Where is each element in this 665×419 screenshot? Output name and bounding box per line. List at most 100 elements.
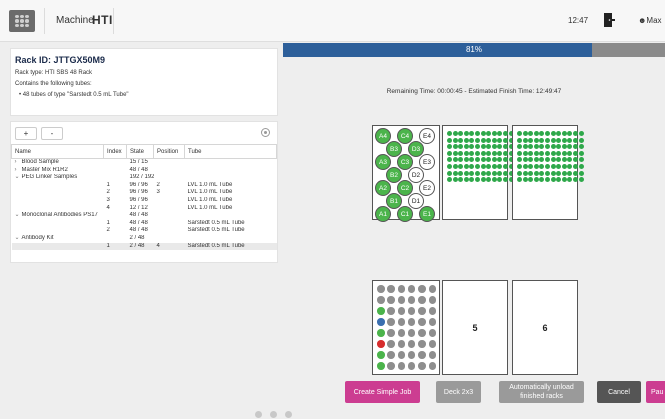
small-tube-position[interactable] (418, 318, 426, 326)
app-logo-icon[interactable] (9, 10, 35, 32)
small-tube-position[interactable] (377, 362, 385, 370)
column-header-state[interactable]: State (126, 144, 154, 159)
small-tube-position[interactable] (397, 285, 406, 293)
table-row[interactable]: › Blood Sample 15 / 15 (12, 159, 277, 167)
tube-position[interactable]: A1 (375, 206, 391, 222)
small-tube-position[interactable] (397, 296, 406, 304)
column-header-tube[interactable]: Tube (184, 144, 277, 159)
tube-position[interactable]: E2 (419, 180, 435, 196)
small-tube-position[interactable] (397, 307, 406, 315)
cancel-button[interactable]: Cancel (597, 381, 641, 403)
small-tube-position[interactable] (397, 351, 406, 359)
plate-well (474, 163, 480, 169)
small-tube-position[interactable] (387, 285, 395, 293)
deck-slot-2-plate[interactable] (442, 125, 514, 220)
small-tube-position[interactable] (418, 285, 426, 293)
small-tube-position[interactable] (397, 362, 406, 370)
create-simple-job-button[interactable]: Create Simple Job (345, 381, 420, 403)
small-tube-position[interactable] (387, 329, 395, 337)
small-tube-position[interactable] (387, 318, 395, 326)
column-header-name[interactable]: Name (11, 144, 104, 159)
small-tube-position[interactable] (387, 351, 395, 359)
tube-position[interactable]: E3 (419, 154, 435, 170)
small-tube-position[interactable] (397, 329, 406, 337)
chevron-right-icon[interactable]: › (15, 159, 22, 167)
plate-well (561, 144, 567, 150)
exit-door-icon[interactable] (604, 13, 615, 27)
small-tube-position[interactable] (397, 340, 406, 348)
table-row[interactable]: › Master Mix R1R2 48 / 48 (12, 167, 277, 175)
table-row[interactable]: 4 12 / 12 LVL 1.0 mL Tube (12, 205, 277, 213)
table-row[interactable]: 3 96 / 96 LVL 1.0 mL Tube (12, 197, 277, 205)
column-header-index[interactable]: Index (103, 144, 127, 159)
small-tube-position[interactable] (377, 318, 385, 326)
small-tube-position[interactable] (377, 307, 385, 315)
deck-slot-1-tube-rack[interactable]: A4 C4 E4 B3 D3 A3 C3 E3 B2 D2 A2 C2 E2 B1 D1 A1 C1 E1 (372, 125, 440, 222)
pause-button[interactable]: Pau (646, 381, 665, 403)
locate-target-icon[interactable] (261, 128, 270, 137)
deck-layout-button[interactable]: Deck 2x3 (436, 381, 481, 403)
auto-unload-toggle-button[interactable]: Automatically unload finished racks (499, 381, 584, 403)
small-tube-position[interactable] (418, 340, 426, 348)
chevron-down-icon[interactable]: ⌄ (15, 174, 22, 182)
deck-slot-4-antibody-rack[interactable] (372, 280, 440, 375)
small-tube-position[interactable] (407, 296, 416, 304)
small-tube-position[interactable] (428, 329, 436, 337)
small-tube-position[interactable] (407, 340, 416, 348)
small-tube-position[interactable] (428, 340, 436, 348)
small-tube-position[interactable] (407, 362, 416, 370)
table-row[interactable]: ⌄ Antibody Kit 2 / 48 (12, 235, 277, 243)
small-tube-position[interactable] (397, 318, 406, 326)
small-tube-position[interactable] (418, 351, 426, 359)
expand-all-button[interactable]: + (15, 127, 37, 140)
small-tube-position[interactable] (387, 307, 395, 315)
deck-slot-5[interactable]: 5 (442, 280, 508, 375)
small-tube-position[interactable] (387, 296, 395, 304)
small-tube-position[interactable] (428, 307, 436, 315)
plate-well (556, 150, 562, 156)
small-tube-position[interactable] (407, 351, 416, 359)
column-header-position[interactable]: Position (153, 144, 185, 159)
small-tube-position[interactable] (418, 296, 426, 304)
table-row[interactable]: 1 48 / 48 Sarstedt 0.5 mL Tube (12, 220, 277, 228)
small-tube-position[interactable] (428, 318, 436, 326)
small-tube-position[interactable] (428, 285, 436, 293)
small-tube-position[interactable] (418, 329, 426, 337)
small-tube-position[interactable] (407, 307, 416, 315)
small-tube-position[interactable] (418, 362, 426, 370)
tube-position[interactable]: C1 (397, 206, 413, 222)
plate-well (550, 170, 556, 176)
small-tube-position[interactable] (387, 340, 395, 348)
small-tube-position[interactable] (418, 307, 426, 315)
small-tube-position[interactable] (377, 340, 385, 348)
small-tube-position[interactable] (377, 285, 385, 293)
chevron-right-icon[interactable]: › (15, 167, 22, 175)
tube-position[interactable]: E1 (419, 206, 435, 222)
table-row[interactable]: 2 96 / 96 3 LVL 1.0 mL Tube (12, 189, 277, 197)
plate-well (561, 137, 567, 143)
chevron-down-icon[interactable]: ⌄ (15, 235, 22, 243)
plate-well (572, 137, 578, 143)
small-tube-position[interactable] (407, 285, 416, 293)
deck-slot-3-plate[interactable] (512, 125, 584, 220)
small-tube-position[interactable] (387, 362, 395, 370)
table-row[interactable]: ⌄ Monoclonal Antibodies PS17 48 / 48 (12, 212, 277, 220)
small-tube-position[interactable] (428, 362, 436, 370)
deck-slot-6[interactable]: 6 (512, 280, 578, 375)
small-tube-position[interactable] (428, 296, 436, 304)
table-row[interactable]: ⌄ PEG Linker Samples 192 / 192 (12, 174, 277, 182)
plate-well (517, 144, 522, 150)
small-tube-position[interactable] (377, 329, 385, 337)
chevron-down-icon[interactable]: ⌄ (15, 212, 22, 220)
table-row[interactable]: 1 96 / 96 2 LVL 1.0 mL Tube (12, 182, 277, 190)
small-tube-position[interactable] (407, 318, 416, 326)
collapse-all-button[interactable]: - (41, 127, 63, 140)
small-tube-position[interactable] (377, 351, 385, 359)
small-tube-position[interactable] (377, 296, 385, 304)
user-menu[interactable]: ☻Max (638, 16, 662, 25)
table-row[interactable]: 12 / 48 4 Sarstedt 0.5 mL Tube (11, 242, 277, 251)
table-row[interactable]: 2 48 / 48 Sarstedt 0.5 mL Tube (12, 227, 277, 235)
tube-position[interactable]: E4 (419, 128, 435, 144)
small-tube-position[interactable] (428, 351, 436, 359)
small-tube-position[interactable] (407, 329, 416, 337)
